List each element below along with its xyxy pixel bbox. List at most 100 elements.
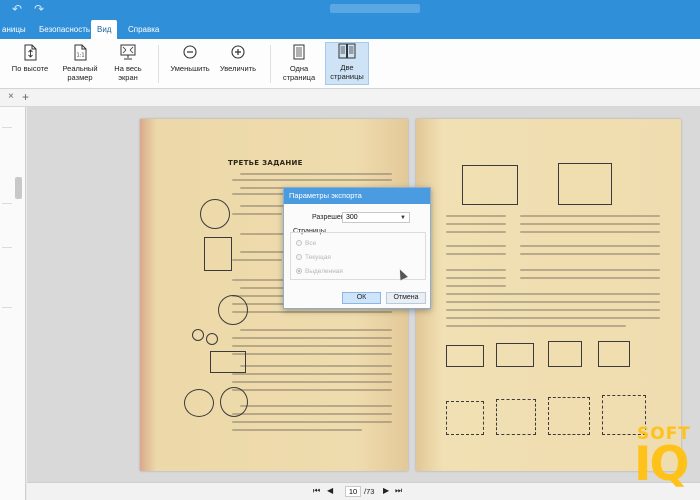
text-line [446,301,660,303]
shape-sketch [548,341,582,367]
fit-height-icon [24,44,37,61]
text-line [446,293,660,295]
text-line [240,405,392,407]
zoom-in-icon [231,45,245,59]
add-tab-icon[interactable]: + [22,90,29,104]
text-line [520,253,660,255]
briefcase-sketch [598,341,630,367]
fence-sketch [548,397,590,435]
text-line [446,285,506,287]
text-line [446,223,506,225]
ribbon-separator [270,45,271,83]
radio-selected[interactable]: Выделенная [296,268,343,275]
fit-screen-icon [120,44,136,60]
text-line [240,173,392,175]
text-line [232,413,392,415]
text-line [520,223,660,225]
fit-screen-button[interactable]: На весь экран [108,44,148,82]
softiq-watermark-logo: SOFT IQ [634,424,698,498]
text-line [232,389,392,391]
panel-scrollbar[interactable] [15,177,22,199]
shape-sketch [496,343,534,367]
panel-divider [2,247,12,248]
panel-divider [2,307,12,308]
first-page-icon[interactable]: ⏮ [313,486,320,496]
text-line [232,345,392,347]
two-pages-button[interactable]: Две страницы [325,42,369,85]
one-page-label-line1: Одна [289,64,309,73]
page-navigation-bar: ⏮ ◀ 10 /73 ▶ ⏭ [27,482,700,500]
text-line [232,429,362,431]
text-line [520,269,660,271]
house-sketch [558,163,612,205]
text-line [446,309,660,311]
fit-height-label: По высоте [11,64,49,73]
actual-size-label-line1: Реальный [62,64,98,73]
one-page-label-line2: страница [282,73,316,82]
text-line [232,353,392,355]
panel-divider [2,203,12,204]
chevron-down-icon: ▼ [400,215,406,221]
tab-security[interactable]: Безопасность [33,20,96,39]
resolution-select[interactable]: 300 ▼ [342,212,410,223]
radio-all-label: Все [305,240,317,247]
prev-page-icon[interactable]: ◀ [327,486,333,495]
ok-button[interactable]: ОК [342,292,381,304]
text-line [232,259,282,261]
actual-size-button[interactable]: 1:1 Реальный размер [58,44,102,82]
text-line [520,231,660,233]
zoom-in-button[interactable]: Увеличить [216,44,260,73]
redo-icon[interactable]: ↷ [34,3,44,15]
zoom-out-button[interactable]: Уменьшить [168,44,212,73]
actual-size-label-line2: размер [67,73,93,82]
tab-pages[interactable]: аницы [0,20,32,39]
ribbon-separator [158,45,159,83]
one-page-button[interactable]: Одна страница [278,44,320,82]
text-line [520,277,660,279]
radio-current[interactable]: Текущая [296,254,331,261]
panel-divider [2,127,12,128]
text-line [446,269,506,271]
export-settings-dialog[interactable]: Параметры экспорта Разрешение 300 ▼ Стра… [283,187,431,309]
text-line [446,245,506,247]
fit-height-button[interactable]: По высоте [8,44,52,73]
square-sketch [204,237,232,271]
text-line [232,311,392,313]
cancel-button[interactable]: Отмена [386,292,426,304]
text-line [446,231,506,233]
text-line [446,277,506,279]
last-page-icon[interactable]: ⏭ [395,486,402,496]
page-heading: ТРЕТЬЕ ЗАДАНИЕ [228,159,303,167]
cherry-sketch [192,329,204,341]
radio-all[interactable]: Все [296,240,316,247]
total-pages: /73 [364,487,375,496]
thumbnail-panel[interactable] [0,107,26,500]
current-page-input[interactable]: 10 [345,486,361,497]
undo-icon[interactable]: ↶ [12,3,22,15]
text-line [232,381,392,383]
next-page-icon[interactable]: ▶ [383,486,389,495]
tab-view[interactable]: Вид [91,20,118,39]
close-tab-icon[interactable]: × [8,91,14,102]
radio-selected-label: Выделенная [305,268,343,275]
house-sketch [462,165,518,205]
circle-sketch [184,389,214,417]
ribbon-tabs: аницы Безопасность Вид Справка [0,20,700,39]
dialog-title: Параметры экспорта [284,188,430,204]
zoom-in-label: Увеличить [219,64,257,73]
cherry-sketch [206,333,218,345]
text-line [232,373,392,375]
zoom-out-icon [183,45,197,59]
one-page-icon [293,44,305,60]
rectangle-sketch [210,351,246,373]
ball-sketch [218,295,248,325]
watermark-line2: IQ [634,437,689,492]
radio-current-dot [296,254,302,261]
tab-help[interactable]: Справка [122,20,165,39]
text-line [446,253,506,255]
ribbon: По высоте 1:1 Реальный размер На весь эк… [0,39,700,89]
radio-selected-dot [296,268,302,275]
two-pages-label-line2: страницы [330,72,364,81]
fence-sketch [496,399,536,435]
two-pages-icon [338,43,356,59]
